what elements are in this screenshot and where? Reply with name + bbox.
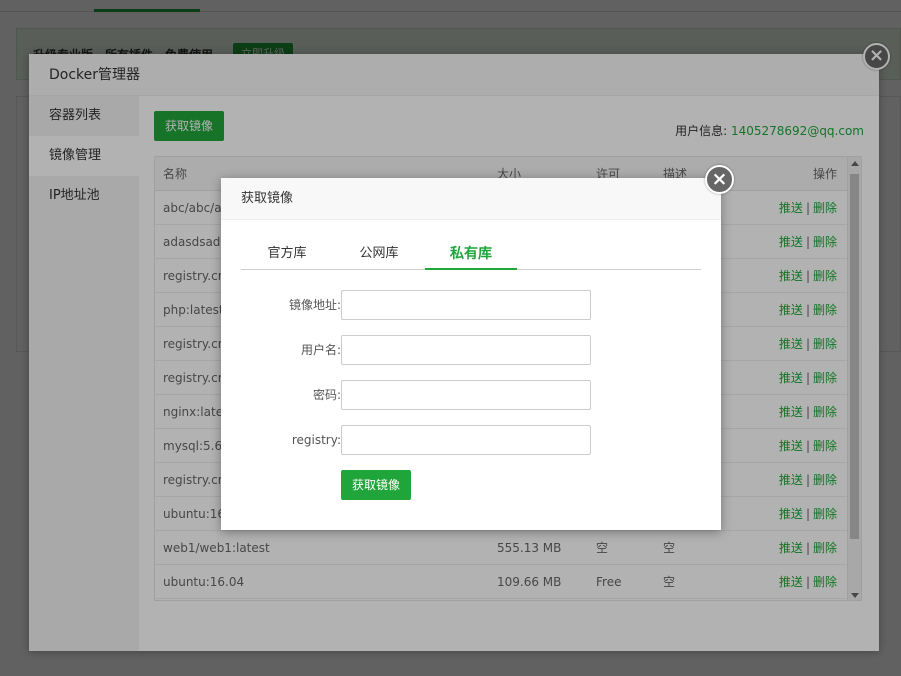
dialog-get-image-button[interactable]: 获取镜像: [341, 470, 412, 500]
dialog-tabs: 官方库 公网库 私有库: [241, 242, 701, 270]
get-image-dialog: 获取镜像 × 官方库 公网库 私有库 镜像地址: 用户名: 密码: regist…: [221, 165, 734, 530]
image-address-label: 镜像地址:: [288, 298, 341, 312]
field-row-registry: registry:: [221, 425, 721, 455]
username-input[interactable]: [341, 335, 591, 365]
field-row-image-address: 镜像地址:: [221, 290, 721, 320]
field-row-password: 密码:: [221, 380, 721, 410]
registry-label: registry:: [291, 433, 341, 447]
password-input[interactable]: [341, 380, 591, 410]
username-label: 用户名:: [300, 343, 341, 357]
image-address-input[interactable]: [341, 290, 591, 320]
dialog-close-icon[interactable]: ×: [705, 165, 734, 194]
dialog-title: 获取镜像: [221, 178, 721, 220]
registry-input[interactable]: [341, 425, 591, 455]
tab-private-registry[interactable]: 私有库: [425, 242, 517, 270]
tab-public-registry[interactable]: 公网库: [333, 242, 425, 270]
tab-official-registry[interactable]: 官方库: [241, 242, 333, 270]
field-row-username: 用户名:: [221, 335, 721, 365]
password-label: 密码:: [312, 388, 341, 402]
